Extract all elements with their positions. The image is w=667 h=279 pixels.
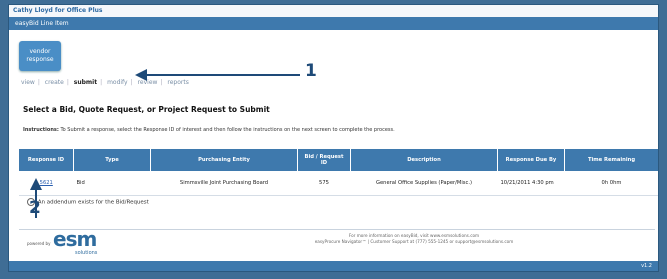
step-separator: | xyxy=(160,79,163,86)
response-id-link[interactable]: 5621 xyxy=(40,180,53,186)
tile-line2: response xyxy=(26,56,54,63)
step-modify[interactable]: modify xyxy=(107,79,128,86)
due-cell: 10/21/2011 4:30 pm xyxy=(497,171,565,196)
col-type[interactable]: Type xyxy=(73,149,151,171)
col-purchasing-entity[interactable]: Purchasing Entity xyxy=(150,149,298,171)
time-remaining-cell: 0h 0hm xyxy=(564,171,658,196)
request-id-cell: 575 xyxy=(297,171,351,196)
app-window: Cathy Lloyd for Office Plus easyBid Line… xyxy=(8,4,659,272)
col-response-id[interactable]: Response ID xyxy=(19,149,74,171)
powered-by-label: powered by xyxy=(27,241,51,246)
col-due[interactable]: Response Due By xyxy=(497,149,565,171)
description-cell: General Office Supplies (Paper/Misc.) xyxy=(350,171,498,196)
footer-divider xyxy=(19,229,655,230)
step-separator: | xyxy=(130,79,133,86)
instructions: Instructions: To Submit a response, sele… xyxy=(23,127,395,133)
table-row: 5621 Bid Simmsville Joint Purchasing Boa… xyxy=(19,171,658,196)
step-nav: view | create | submit | modify | review | re… xyxy=(21,79,192,86)
instructions-label: Instructions: xyxy=(23,127,59,133)
footer-line-2: easyProcure Navigator™ | Customer Suppor… xyxy=(314,239,514,244)
step-create[interactable]: create xyxy=(45,79,64,86)
page-title: Select a Bid, Quote Request, or Project … xyxy=(23,105,270,114)
annotation-label-1: 1 xyxy=(305,61,317,81)
step-submit[interactable]: submit xyxy=(74,79,97,86)
response-id-cell: 5621 xyxy=(19,171,74,196)
addendum-text: An addendum exists for the Bid/Request xyxy=(37,199,149,206)
step-separator: | xyxy=(100,79,103,86)
esm-logo-sub: solutions xyxy=(75,250,98,256)
bottom-bar: v1.2 xyxy=(9,261,658,271)
window-title: Cathy Lloyd for Office Plus xyxy=(9,5,658,17)
col-description[interactable]: Description xyxy=(350,149,498,171)
table-header-row: Response ID Type Purchasing Entity Bid /… xyxy=(19,149,658,171)
app-bar-title: easyBid Line Item xyxy=(9,17,658,30)
footer-info: For more information on easyBid, visit w… xyxy=(249,233,579,245)
tile-line1: vendor xyxy=(29,48,51,55)
type-cell: Bid xyxy=(73,171,151,196)
response-table: Response ID Type Purchasing Entity Bid /… xyxy=(19,149,658,196)
vendor-response-tile[interactable]: vendor response xyxy=(19,41,61,71)
step-separator: | xyxy=(37,79,40,86)
instructions-text: To Submit a response, select the Respons… xyxy=(60,127,395,133)
annotation-label-2: 2 xyxy=(29,198,41,218)
entity-cell: Simmsville Joint Purchasing Board xyxy=(150,171,298,196)
step-view[interactable]: view xyxy=(21,79,35,86)
addendum-note: An addendum exists for the Bid/Request xyxy=(27,198,149,206)
step-reports[interactable]: reports xyxy=(167,79,188,86)
esm-logo: esm xyxy=(53,227,97,251)
col-time-remaining[interactable]: Time Remaining xyxy=(564,149,658,171)
step-review[interactable]: review xyxy=(138,79,158,86)
col-request-id[interactable]: Bid / Request ID xyxy=(297,149,351,171)
step-separator: | xyxy=(66,79,69,86)
